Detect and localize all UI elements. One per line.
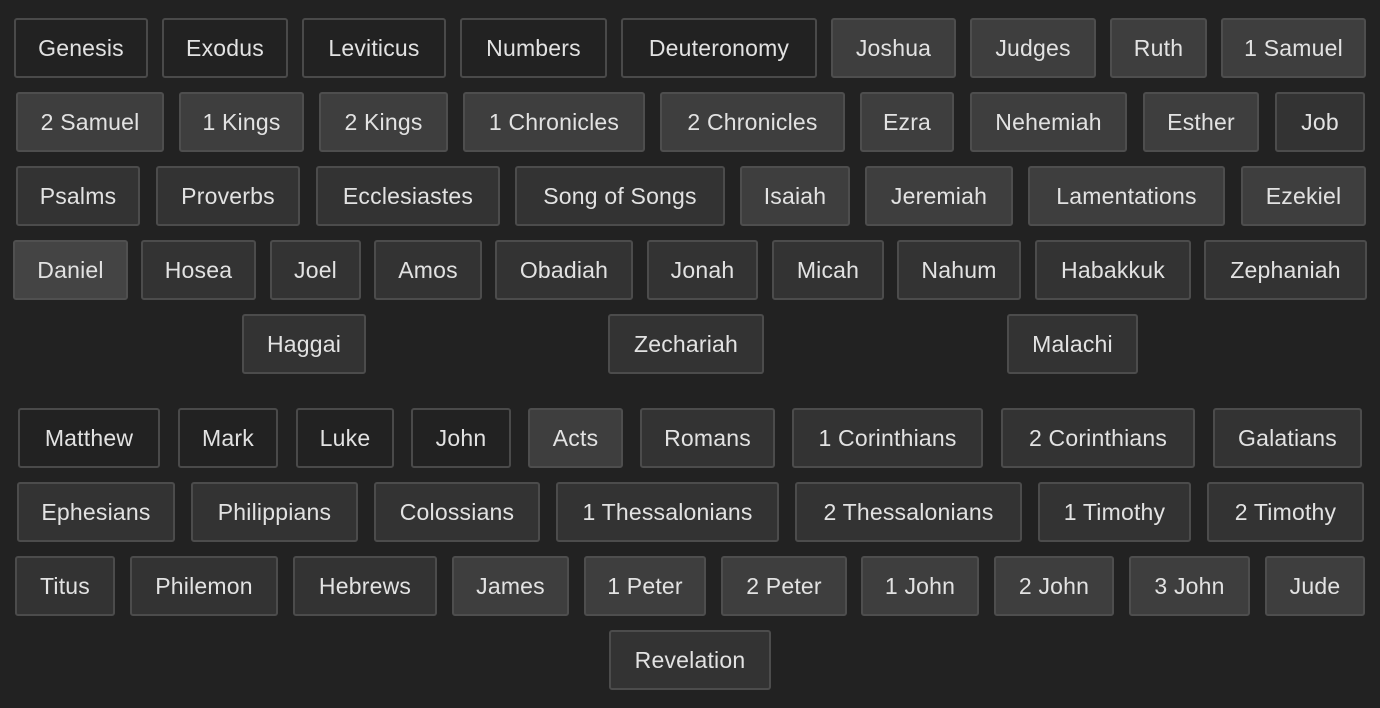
book-button-1-john[interactable]: 1 John — [861, 556, 979, 616]
book-button-hebrews[interactable]: Hebrews — [293, 556, 437, 616]
book-button-joshua[interactable]: Joshua — [831, 18, 956, 78]
book-button-deuteronomy[interactable]: Deuteronomy — [621, 18, 817, 78]
book-button-1-peter[interactable]: 1 Peter — [584, 556, 706, 616]
book-button-titus[interactable]: Titus — [15, 556, 115, 616]
book-button-numbers[interactable]: Numbers — [460, 18, 607, 78]
book-button-psalms[interactable]: Psalms — [16, 166, 140, 226]
book-button-zechariah[interactable]: Zechariah — [608, 314, 764, 374]
book-button-3-john[interactable]: 3 John — [1129, 556, 1250, 616]
book-button-judges[interactable]: Judges — [970, 18, 1096, 78]
book-button-2-kings[interactable]: 2 Kings — [319, 92, 448, 152]
book-button-amos[interactable]: Amos — [374, 240, 482, 300]
book-button-song-of-songs[interactable]: Song of Songs — [515, 166, 725, 226]
book-button-1-chronicles[interactable]: 1 Chronicles — [463, 92, 645, 152]
book-button-exodus[interactable]: Exodus — [162, 18, 288, 78]
book-button-lamentations[interactable]: Lamentations — [1028, 166, 1225, 226]
book-button-hosea[interactable]: Hosea — [141, 240, 256, 300]
book-button-malachi[interactable]: Malachi — [1007, 314, 1138, 374]
book-button-zephaniah[interactable]: Zephaniah — [1204, 240, 1367, 300]
book-button-genesis[interactable]: Genesis — [14, 18, 148, 78]
book-button-daniel[interactable]: Daniel — [13, 240, 128, 300]
book-button-proverbs[interactable]: Proverbs — [156, 166, 300, 226]
book-button-2-chronicles[interactable]: 2 Chronicles — [660, 92, 845, 152]
book-button-joel[interactable]: Joel — [270, 240, 361, 300]
book-button-2-corinthians[interactable]: 2 Corinthians — [1001, 408, 1195, 468]
book-button-mark[interactable]: Mark — [178, 408, 278, 468]
book-button-1-timothy[interactable]: 1 Timothy — [1038, 482, 1191, 542]
book-button-esther[interactable]: Esther — [1143, 92, 1259, 152]
book-button-job[interactable]: Job — [1275, 92, 1365, 152]
book-button-2-john[interactable]: 2 John — [994, 556, 1114, 616]
book-button-2-samuel[interactable]: 2 Samuel — [16, 92, 164, 152]
books-grid: Genesis Exodus Leviticus Numbers Deuteronomy… — [0, 0, 1380, 708]
book-button-nahum[interactable]: Nahum — [897, 240, 1021, 300]
book-button-matthew[interactable]: Matthew — [18, 408, 160, 468]
book-button-1-samuel[interactable]: 1 Samuel — [1221, 18, 1366, 78]
book-button-ruth[interactable]: Ruth — [1110, 18, 1207, 78]
book-button-philemon[interactable]: Philemon — [130, 556, 278, 616]
book-button-1-thessalonians[interactable]: 1 Thessalonians — [556, 482, 779, 542]
book-button-jonah[interactable]: Jonah — [647, 240, 758, 300]
book-button-habakkuk[interactable]: Habakkuk — [1035, 240, 1191, 300]
book-button-haggai[interactable]: Haggai — [242, 314, 366, 374]
book-button-acts[interactable]: Acts — [528, 408, 623, 468]
book-button-romans[interactable]: Romans — [640, 408, 775, 468]
book-button-philippians[interactable]: Philippians — [191, 482, 358, 542]
book-button-micah[interactable]: Micah — [772, 240, 884, 300]
book-button-revelation[interactable]: Revelation — [609, 630, 771, 690]
book-button-1-corinthians[interactable]: 1 Corinthians — [792, 408, 983, 468]
book-button-2-thessalonians[interactable]: 2 Thessalonians — [795, 482, 1022, 542]
book-button-obadiah[interactable]: Obadiah — [495, 240, 633, 300]
book-button-2-timothy[interactable]: 2 Timothy — [1207, 482, 1364, 542]
book-button-1-kings[interactable]: 1 Kings — [179, 92, 304, 152]
book-button-nehemiah[interactable]: Nehemiah — [970, 92, 1127, 152]
book-button-ezra[interactable]: Ezra — [860, 92, 954, 152]
book-button-jude[interactable]: Jude — [1265, 556, 1365, 616]
book-button-colossians[interactable]: Colossians — [374, 482, 540, 542]
book-button-ezekiel[interactable]: Ezekiel — [1241, 166, 1366, 226]
book-button-james[interactable]: James — [452, 556, 569, 616]
book-button-isaiah[interactable]: Isaiah — [740, 166, 850, 226]
book-button-luke[interactable]: Luke — [296, 408, 394, 468]
book-button-jeremiah[interactable]: Jeremiah — [865, 166, 1013, 226]
book-button-galatians[interactable]: Galatians — [1213, 408, 1362, 468]
book-button-ephesians[interactable]: Ephesians — [17, 482, 175, 542]
book-button-2-peter[interactable]: 2 Peter — [721, 556, 847, 616]
book-button-ecclesiastes[interactable]: Ecclesiastes — [316, 166, 500, 226]
book-button-leviticus[interactable]: Leviticus — [302, 18, 446, 78]
book-button-john[interactable]: John — [411, 408, 511, 468]
